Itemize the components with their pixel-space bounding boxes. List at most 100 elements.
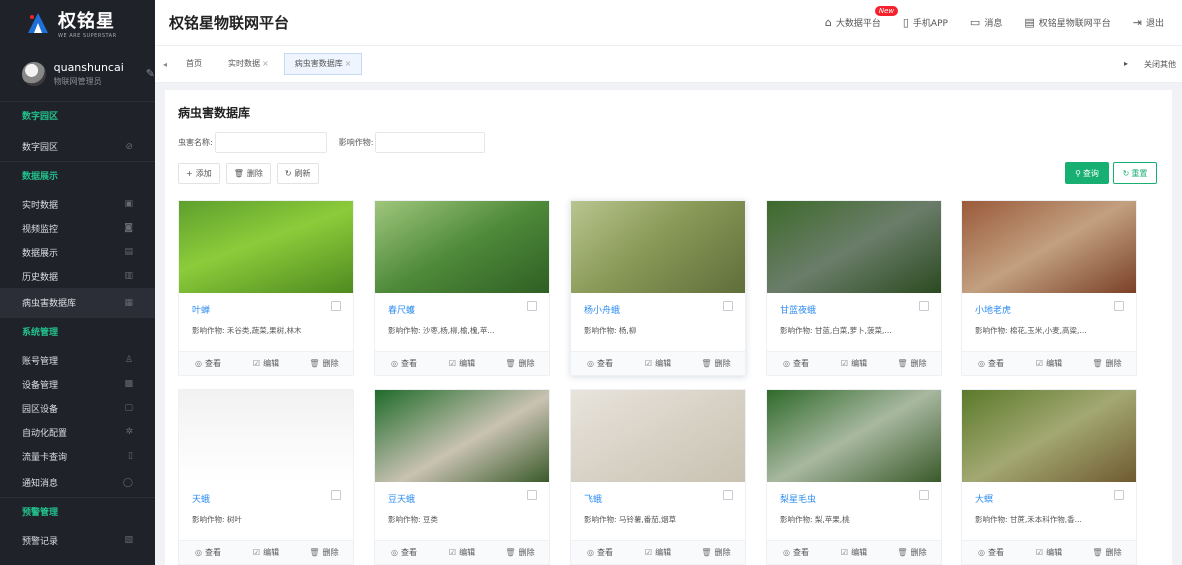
pest-name[interactable]: 杨小舟蛾 bbox=[584, 303, 620, 316]
platform-button[interactable]: ▤ 权铭星物联网平台 bbox=[1024, 16, 1110, 29]
tab-scroll-left-icon[interactable]: ◂ bbox=[155, 60, 175, 69]
pest-card[interactable]: 春尺蠖 影响作物: 沙枣,杨,柳,榆,槐,苹... ◎ 查看 ☑ 编辑 🗑 删除 bbox=[374, 200, 550, 376]
brand-logo[interactable]: 权铭星 WE ARE SUPERSTAR bbox=[0, 0, 155, 46]
pest-card[interactable]: 天蛾 影响作物: 树叶 ◎ 查看 ☑ 编辑 🗑 删除 bbox=[178, 389, 354, 565]
tab-realtime[interactable]: 实时数据 × bbox=[217, 53, 280, 75]
pest-name[interactable]: 天蛾 bbox=[192, 492, 210, 505]
edit-button[interactable]: ☑ 编辑 bbox=[629, 541, 687, 564]
delete-button[interactable]: 🗑 删除 bbox=[883, 352, 941, 375]
pest-image[interactable] bbox=[179, 390, 353, 482]
view-button[interactable]: ◎ 查看 bbox=[375, 352, 433, 375]
pest-name[interactable]: 春尺蠖 bbox=[388, 303, 415, 316]
pest-name[interactable]: 叶蝉 bbox=[192, 303, 210, 316]
pest-image[interactable] bbox=[375, 201, 549, 293]
sidebar-item-park-devices[interactable]: 园区设备 ▢ bbox=[0, 396, 155, 420]
pest-image[interactable] bbox=[375, 390, 549, 482]
view-button[interactable]: ◎ 查看 bbox=[179, 352, 237, 375]
pest-name[interactable]: 飞蛾 bbox=[584, 492, 602, 505]
view-button[interactable]: ◎ 查看 bbox=[962, 352, 1020, 375]
edit-button[interactable]: ☑ 编辑 bbox=[825, 352, 883, 375]
select-checkbox[interactable] bbox=[723, 490, 733, 500]
sidebar-item-devices[interactable]: 设备管理 ▩ bbox=[0, 372, 155, 396]
pest-card[interactable]: 飞蛾 影响作物: 马铃薯,番茄,烟草 ◎ 查看 ☑ 编辑 🗑 删除 bbox=[570, 389, 746, 565]
avatar[interactable] bbox=[22, 61, 46, 86]
pest-image[interactable] bbox=[767, 390, 941, 482]
pest-image[interactable] bbox=[962, 390, 1136, 482]
select-checkbox[interactable] bbox=[723, 301, 733, 311]
view-button[interactable]: ◎ 查看 bbox=[179, 541, 237, 564]
sidebar-item-digital-park[interactable]: 数字园区 ⊘ bbox=[0, 132, 155, 162]
pest-card[interactable]: 杨小舟蛾 影响作物: 杨,柳 ◎ 查看 ☑ 编辑 🗑 删除 bbox=[570, 200, 746, 376]
pest-card[interactable]: 豆天蛾 影响作物: 豆类 ◎ 查看 ☑ 编辑 🗑 删除 bbox=[374, 389, 550, 565]
delete-button[interactable]: 🗑 删除 bbox=[687, 541, 745, 564]
sidebar-item-sim-query[interactable]: 流量卡查询 ▯ bbox=[0, 444, 155, 468]
select-checkbox[interactable] bbox=[527, 301, 537, 311]
select-checkbox[interactable] bbox=[1114, 490, 1124, 500]
view-button[interactable]: ◎ 查看 bbox=[375, 541, 433, 564]
edit-button[interactable]: ☑ 编辑 bbox=[1020, 541, 1078, 564]
delete-button[interactable]: 🗑 删除 bbox=[491, 541, 549, 564]
select-checkbox[interactable] bbox=[331, 301, 341, 311]
pest-name[interactable]: 梨星毛虫 bbox=[780, 492, 816, 505]
close-icon[interactable]: × bbox=[262, 59, 269, 68]
delete-button[interactable]: 🗑 删除 bbox=[1078, 352, 1136, 375]
refresh-button[interactable]: ↻ 刷新 bbox=[276, 163, 319, 184]
reset-button[interactable]: ↻ 重置 bbox=[1113, 162, 1157, 184]
add-button[interactable]: + 添加 bbox=[178, 163, 220, 184]
sidebar-item-video[interactable]: 视频监控 ◙ bbox=[0, 216, 155, 240]
pest-image[interactable] bbox=[571, 201, 745, 293]
pest-name[interactable]: 甘蓝夜蛾 bbox=[780, 303, 816, 316]
sidebar-item-alert-records[interactable]: 预警记录 ▨ bbox=[0, 528, 155, 552]
pest-image[interactable] bbox=[571, 390, 745, 482]
pest-name-input[interactable] bbox=[214, 132, 327, 153]
select-checkbox[interactable] bbox=[331, 490, 341, 500]
select-checkbox[interactable] bbox=[527, 490, 537, 500]
pest-card[interactable]: 叶蝉 影响作物: 禾谷类,蔬菜,果树,林木 ◎ 查看 ☑ 编辑 🗑 删除 bbox=[178, 200, 354, 376]
tab-pest-db[interactable]: 病虫害数据库 × bbox=[283, 53, 363, 75]
delete-button[interactable]: 🗑 删除 bbox=[225, 163, 271, 184]
tab-scroll-right-icon[interactable]: ▸ bbox=[1124, 59, 1128, 70]
sidebar-item-realtime[interactable]: 实时数据 ▣ bbox=[0, 192, 155, 216]
delete-button[interactable]: 🗑 删除 bbox=[295, 541, 353, 564]
select-checkbox[interactable] bbox=[919, 490, 929, 500]
view-button[interactable]: ◎ 查看 bbox=[571, 541, 629, 564]
edit-profile-icon[interactable]: ✎ bbox=[146, 67, 155, 80]
pest-name[interactable]: 小地老虎 bbox=[975, 303, 1011, 316]
pest-card[interactable]: 梨星毛虫 影响作物: 梨,苹果,桃 ◎ 查看 ☑ 编辑 🗑 删除 bbox=[766, 389, 942, 565]
view-button[interactable]: ◎ 查看 bbox=[767, 352, 825, 375]
sidebar-item-automation[interactable]: 自动化配置 ✲ bbox=[0, 420, 155, 444]
select-checkbox[interactable] bbox=[919, 301, 929, 311]
query-button[interactable]: ⚲ 查询 bbox=[1065, 162, 1109, 184]
pest-image[interactable] bbox=[767, 201, 941, 293]
delete-button[interactable]: 🗑 删除 bbox=[883, 541, 941, 564]
pest-name[interactable]: 豆天蛾 bbox=[388, 492, 415, 505]
close-others-button[interactable]: 关闭其他 bbox=[1144, 59, 1176, 70]
edit-button[interactable]: ☑ 编辑 bbox=[433, 352, 491, 375]
delete-button[interactable]: 🗑 删除 bbox=[295, 352, 353, 375]
pest-image[interactable] bbox=[179, 201, 353, 293]
select-checkbox[interactable] bbox=[1114, 301, 1124, 311]
logout-button[interactable]: ⇥ 退出 bbox=[1133, 16, 1164, 29]
sidebar-item-accounts[interactable]: 账号管理 ♙ bbox=[0, 348, 155, 372]
crop-input[interactable] bbox=[375, 132, 486, 153]
edit-button[interactable]: ☑ 编辑 bbox=[1020, 352, 1078, 375]
delete-button[interactable]: 🗑 删除 bbox=[1078, 541, 1136, 564]
edit-button[interactable]: ☑ 编辑 bbox=[629, 352, 687, 375]
view-button[interactable]: ◎ 查看 bbox=[571, 352, 629, 375]
sidebar-item-data-display[interactable]: 数据展示 ▤ bbox=[0, 240, 155, 264]
edit-button[interactable]: ☑ 编辑 bbox=[825, 541, 883, 564]
edit-button[interactable]: ☑ 编辑 bbox=[237, 352, 295, 375]
view-button[interactable]: ◎ 查看 bbox=[962, 541, 1020, 564]
pest-card[interactable]: 小地老虎 影响作物: 棉花,玉米,小麦,高粱,... ◎ 查看 ☑ 编辑 🗑 删除 bbox=[961, 200, 1137, 376]
edit-button[interactable]: ☑ 编辑 bbox=[433, 541, 491, 564]
delete-button[interactable]: 🗑 删除 bbox=[687, 352, 745, 375]
tab-home[interactable]: 首页 bbox=[175, 53, 213, 75]
messages-button[interactable]: ▭ 消息 bbox=[970, 16, 1002, 29]
sidebar-item-history[interactable]: 历史数据 ▥ bbox=[0, 264, 155, 288]
view-button[interactable]: ◎ 查看 bbox=[767, 541, 825, 564]
close-icon[interactable]: × bbox=[345, 59, 352, 68]
edit-button[interactable]: ☑ 编辑 bbox=[237, 541, 295, 564]
delete-button[interactable]: 🗑 删除 bbox=[491, 352, 549, 375]
mobile-app-button[interactable]: ▯ 手机APP bbox=[903, 16, 948, 29]
pest-card[interactable]: 大螟 影响作物: 甘蔗,禾本科作物,香... ◎ 查看 ☑ 编辑 🗑 删除 bbox=[961, 389, 1137, 565]
